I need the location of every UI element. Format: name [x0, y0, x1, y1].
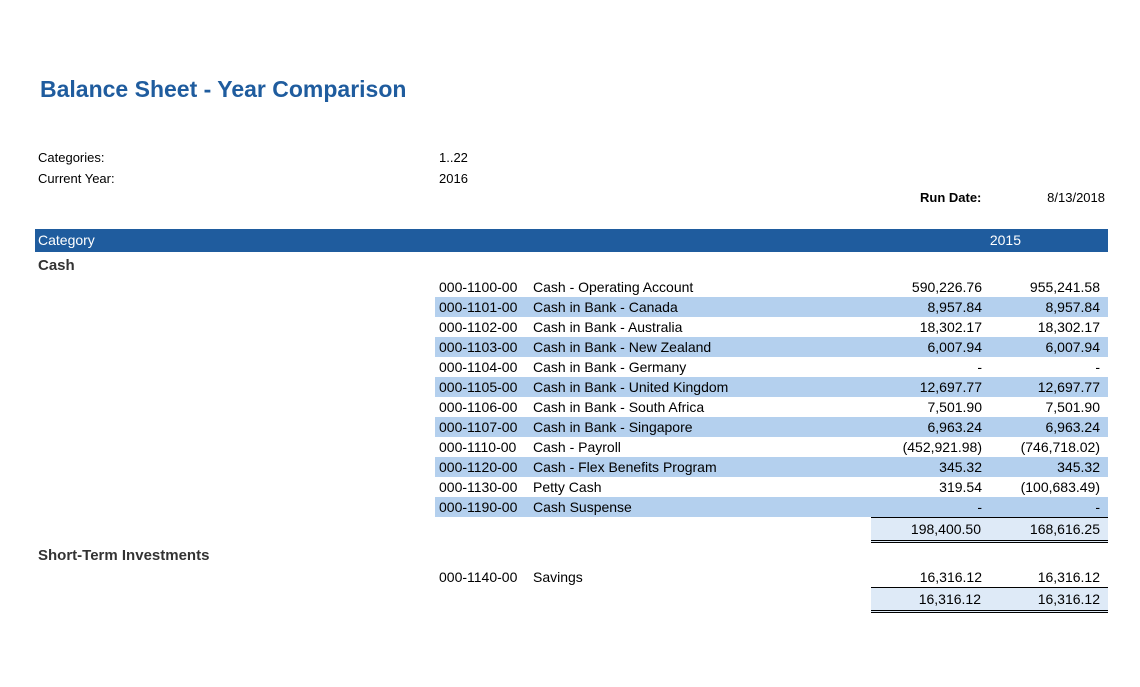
- account-number: 000-1102-00: [439, 319, 518, 335]
- account-number: 000-1120-00: [439, 459, 518, 475]
- account-number: 000-1101-00: [439, 299, 518, 315]
- value-2015: 18,302.17: [919, 319, 982, 335]
- value-2016: 6,963.24: [1045, 419, 1101, 435]
- table-row: 000-1101-00 Cash in Bank - Canada 8,957.…: [435, 297, 1108, 317]
- value-2016: 345.32: [1057, 459, 1100, 475]
- value-2015: 345.32: [939, 459, 982, 475]
- section-title-short-term-investments: Short-Term Investments: [38, 547, 210, 564]
- table-row: 000-1110-00 Cash - Payroll (452,921.98) …: [435, 437, 1108, 457]
- table-row: 000-1103-00 Cash in Bank - New Zealand 6…: [435, 337, 1108, 357]
- report-title: Balance Sheet - Year Comparison: [40, 76, 407, 102]
- run-date-value: 8/13/2018: [1047, 190, 1105, 205]
- account-description: Petty Cash: [533, 479, 602, 495]
- value-2015: 590,226.76: [911, 279, 982, 295]
- table-row: 000-1120-00 Cash - Flex Benefits Program…: [435, 457, 1108, 477]
- table-row: 000-1140-00 Savings 16,316.12 16,316.12: [435, 567, 1108, 587]
- value-2015: 6,007.94: [927, 339, 983, 355]
- value-2015: 16,316.12: [919, 569, 982, 585]
- value-2015: 6,963.24: [927, 419, 983, 435]
- header-category: Category: [38, 232, 95, 248]
- account-number: 000-1130-00: [439, 479, 518, 495]
- value-2016: -: [1095, 499, 1100, 515]
- current-year-label: Current Year:: [38, 171, 115, 186]
- account-description: Cash - Flex Benefits Program: [533, 459, 717, 475]
- total-2016: 168,616.25: [1029, 521, 1100, 537]
- value-2015: -: [977, 359, 982, 375]
- account-description: Cash in Bank - New Zealand: [533, 339, 712, 355]
- table-row: 000-1130-00 Petty Cash 319.54 (100,683.4…: [435, 477, 1108, 497]
- total-2015: 198,400.50: [910, 521, 981, 537]
- table-row: 000-1105-00 Cash in Bank - United Kingdo…: [435, 377, 1108, 397]
- current-year-value: 2016: [439, 171, 468, 186]
- value-2016: -: [1095, 359, 1100, 375]
- categories-label: Categories:: [38, 150, 105, 165]
- value-2015: 319.54: [939, 479, 982, 495]
- account-description: Cash - Operating Account: [533, 279, 694, 295]
- account-description: Cash in Bank - Australia: [533, 319, 683, 335]
- table-row: 000-1102-00 Cash in Bank - Australia 18,…: [435, 317, 1108, 337]
- account-number: 000-1104-00: [439, 359, 518, 375]
- total-2015: 16,316.12: [918, 591, 981, 607]
- table-row: 000-1106-00 Cash in Bank - South Africa …: [435, 397, 1108, 417]
- account-number: 000-1190-00: [439, 499, 518, 515]
- account-number: 000-1106-00: [439, 399, 518, 415]
- header-year-2015: 2015: [989, 232, 1021, 248]
- report-page: Balance Sheet - Year Comparison Categori…: [0, 0, 1140, 687]
- categories-value: 1..22: [439, 150, 468, 165]
- value-2016: 16,316.12: [1037, 569, 1100, 585]
- account-number: 000-1110-00: [439, 439, 517, 455]
- account-description: Savings: [533, 569, 583, 585]
- run-date-label: Run Date:: [920, 190, 982, 205]
- value-2016: 6,007.94: [1045, 339, 1101, 355]
- value-2016: 12,697.77: [1037, 379, 1100, 395]
- table-row: 000-1100-00 Cash - Operating Account 590…: [435, 277, 1108, 297]
- account-description: Cash in Bank - Singapore: [533, 419, 693, 435]
- account-description: Cash - Payroll: [533, 439, 621, 455]
- account-description: Cash in Bank - South Africa: [533, 399, 705, 415]
- account-number: 000-1100-00: [439, 279, 518, 295]
- table-row: 000-1190-00 Cash Suspense - -: [435, 497, 1108, 517]
- value-2015: (452,921.98): [902, 439, 982, 455]
- account-number: 000-1105-00: [439, 379, 518, 395]
- value-2016: 955,241.58: [1029, 279, 1100, 295]
- section-total-short-term-investments: 16,316.12 16,316.12: [871, 587, 1108, 613]
- section-title-cash: Cash: [38, 257, 75, 274]
- account-description: Cash Suspense: [533, 499, 632, 515]
- value-2016: (746,718.02): [1020, 439, 1100, 455]
- account-number: 000-1107-00: [439, 419, 518, 435]
- total-2016: 16,316.12: [1037, 591, 1100, 607]
- header-year-2016: 2016: [1108, 232, 1140, 248]
- account-description: Cash in Bank - United Kingdom: [533, 379, 729, 395]
- value-2016: 8,957.84: [1045, 299, 1101, 315]
- table-header: Category 2015 2016: [35, 229, 1140, 252]
- value-2015: -: [977, 499, 982, 515]
- value-2015: 12,697.77: [919, 379, 982, 395]
- account-description: Cash in Bank - Canada: [533, 299, 678, 315]
- account-description: Cash in Bank - Germany: [533, 359, 687, 375]
- value-2015: 8,957.84: [927, 299, 983, 315]
- table-row: 000-1107-00 Cash in Bank - Singapore 6,9…: [435, 417, 1108, 437]
- section-total-cash: 198,400.50 168,616.25: [871, 517, 1108, 543]
- account-number: 000-1103-00: [439, 339, 518, 355]
- account-number: 000-1140-00: [439, 569, 518, 585]
- table-row: 000-1104-00 Cash in Bank - Germany - -: [435, 357, 1108, 377]
- value-2015: 7,501.90: [927, 399, 983, 415]
- value-2016: (100,683.49): [1020, 479, 1100, 495]
- value-2016: 7,501.90: [1045, 399, 1101, 415]
- value-2016: 18,302.17: [1037, 319, 1100, 335]
